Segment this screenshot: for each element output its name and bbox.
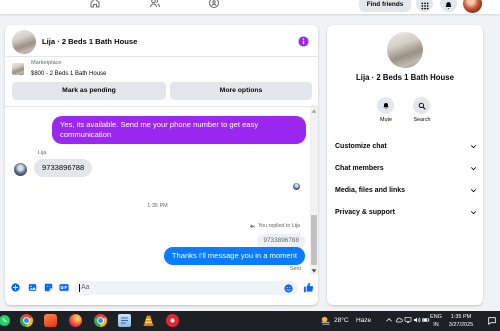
chevron-down-icon — [470, 143, 477, 150]
chat-window: Lija · 2 Beds 1 Bath House Marketplace $… — [5, 25, 318, 305]
sent-status: Sent — [289, 266, 301, 272]
display-icon[interactable] — [404, 316, 412, 324]
reply-notice-text: You replied to Lija — [258, 223, 300, 229]
thumbs-up-icon[interactable] — [303, 282, 314, 293]
seen-receipt-avatar — [293, 183, 300, 190]
vlc-icon[interactable] — [142, 314, 155, 327]
image-icon[interactable] — [28, 283, 37, 292]
notification-center-icon[interactable] — [487, 316, 497, 326]
notifications-bell-icon[interactable] — [440, 0, 457, 12]
search-label: Search — [413, 117, 431, 123]
notepad-icon[interactable] — [118, 314, 131, 327]
home-icon[interactable] — [89, 0, 101, 9]
reply-notice: You replied to Lija — [249, 223, 300, 230]
chrome-icon[interactable] — [94, 314, 107, 327]
volume-icon[interactable] — [413, 316, 421, 324]
chevron-down-icon — [470, 165, 477, 172]
details-title[interactable]: Lija · 2 Beds 1 Bath House — [327, 73, 483, 83]
mark-as-pending-button[interactable]: Mark as pending — [12, 82, 166, 100]
chat-title[interactable]: Lija · 2 Beds 1 Bath House — [42, 37, 137, 47]
profile-avatar[interactable] — [463, 0, 482, 13]
media-files-links-item[interactable]: Media, files and links — [335, 182, 477, 198]
mute-button[interactable] — [377, 97, 394, 114]
chevron-up-icon[interactable] — [385, 316, 393, 324]
outgoing-message[interactable]: Yes, its available. Send me your phone n… — [52, 116, 306, 144]
customize-chat-item[interactable]: Customize chat — [335, 138, 477, 154]
sender-name: Lija — [38, 150, 47, 156]
chevron-down-icon — [470, 209, 477, 216]
whatsapp-icon[interactable] — [0, 314, 11, 327]
listing-title[interactable]: $800 - 2 Beds 1 Bath House — [31, 70, 106, 78]
search-button[interactable] — [413, 97, 430, 114]
groups-icon[interactable] — [208, 0, 220, 9]
clock-time[interactable]: 1:35 PM — [444, 313, 478, 321]
weather-temperature[interactable]: 28°C — [334, 317, 349, 325]
marketplace-label: Marketplace — [31, 60, 62, 66]
listing-thumbnail[interactable] — [12, 63, 24, 75]
scroll-up-arrow-icon[interactable] — [311, 108, 317, 114]
top-navigation-bar: Find friends — [0, 0, 500, 14]
chat-avatar[interactable] — [12, 30, 36, 54]
find-friends-button[interactable]: Find friends — [359, 0, 411, 12]
message-input-placeholder: Aa — [81, 284, 90, 291]
windows-taskbar: 28°C Haze ENG IN 1:35 PM 3/27/2025 — [0, 311, 500, 331]
chat-details-panel: Lija · 2 Beds 1 Bath House Mute Search C… — [327, 25, 483, 305]
search-icon — [418, 102, 426, 110]
firefox-icon[interactable] — [69, 314, 82, 327]
chat-members-item[interactable]: Chat members — [335, 160, 477, 176]
section-label: Customize chat — [335, 142, 387, 150]
reply-icon — [249, 223, 256, 230]
chevron-down-icon — [470, 187, 477, 194]
contact-avatar[interactable] — [14, 163, 27, 176]
details-avatar[interactable] — [387, 32, 423, 68]
section-label: Media, files and links — [335, 186, 406, 194]
header-divider — [5, 56, 318, 57]
scrollbar-thumb[interactable] — [311, 215, 317, 265]
weather-haze-icon[interactable] — [320, 315, 331, 326]
brave-icon[interactable] — [44, 314, 57, 327]
gif-icon[interactable] — [59, 283, 69, 292]
message-input[interactable]: Aa — [74, 281, 298, 295]
red-app-icon[interactable] — [166, 314, 179, 327]
cloud-icon[interactable] — [395, 316, 403, 324]
message-list[interactable]: Yes, its available. Send me your phone n… — [5, 107, 310, 275]
weather-condition[interactable]: Haze — [356, 317, 371, 325]
section-label: Chat members — [335, 164, 384, 172]
language-region[interactable]: IN — [428, 321, 444, 329]
message-scrollbar[interactable] — [310, 107, 318, 275]
mute-label: Mute — [380, 117, 392, 123]
language-indicator[interactable]: ENG — [428, 313, 444, 321]
sticker-icon[interactable] — [44, 283, 53, 292]
message-composer: Aa — [5, 275, 318, 303]
text-cursor — [79, 284, 80, 292]
add-circle-icon[interactable] — [11, 283, 20, 292]
message-timestamp: 1:35 PM — [147, 203, 168, 209]
emoji-icon[interactable] — [284, 283, 293, 293]
privacy-support-item[interactable]: Privacy & support — [335, 204, 477, 220]
bell-icon — [382, 102, 390, 110]
scroll-down-arrow-icon[interactable] — [311, 268, 317, 274]
friends-icon[interactable] — [149, 0, 161, 9]
outgoing-reply-message[interactable]: Thanks I'll message you in a moment — [163, 247, 305, 265]
incoming-message[interactable]: 9733896788 — [34, 159, 93, 177]
chrome-icon[interactable] — [20, 314, 33, 327]
more-options-button[interactable]: More options — [170, 82, 312, 100]
clock-date[interactable]: 3/27/2025 — [444, 321, 478, 329]
info-icon[interactable] — [298, 36, 309, 47]
menu-grid-icon[interactable] — [416, 0, 433, 12]
section-label: Privacy & support — [335, 208, 395, 216]
